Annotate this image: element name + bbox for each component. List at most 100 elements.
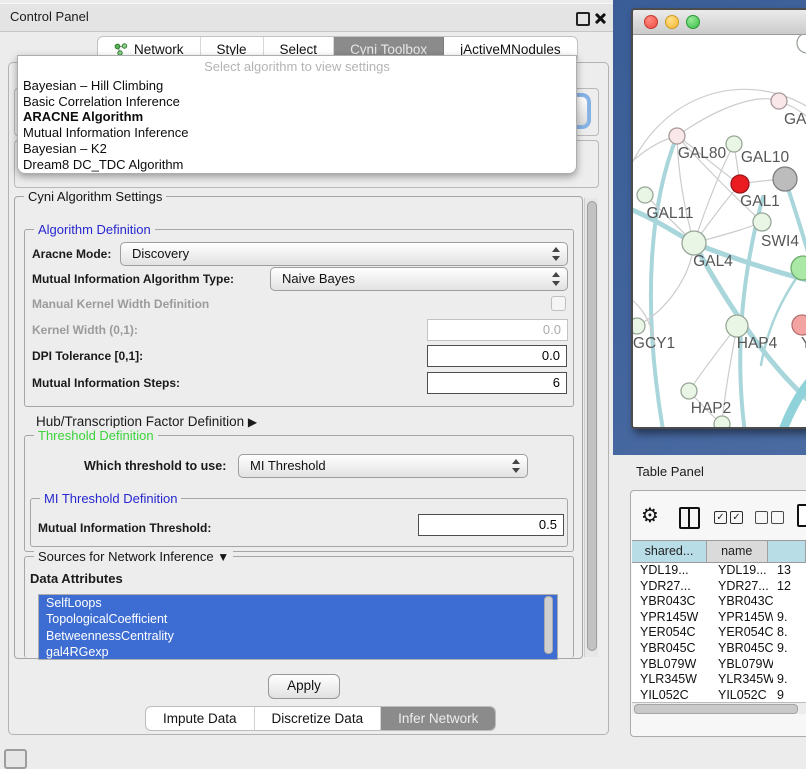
dock-corner-icon[interactable] — [4, 749, 27, 769]
aracne-mode-value: Discovery — [132, 243, 189, 265]
table-row[interactable]: YBR043CYBR043C — [632, 594, 806, 610]
network-node[interactable] — [669, 128, 685, 144]
mi-threshold-field[interactable]: 0.5 — [418, 514, 564, 536]
table-row[interactable]: YDL19...YDL19...13 — [632, 563, 806, 579]
table-scrollbar-thumb[interactable] — [634, 704, 798, 714]
dpi-tolerance-field[interactable]: 0.0 — [427, 345, 567, 367]
table-cell: YLR345W — [710, 672, 773, 688]
algorithm-option[interactable]: Bayesian – K2 — [23, 141, 571, 157]
settings-scrollbar-thumb[interactable] — [587, 201, 597, 651]
table-cell: YDR27... — [710, 579, 773, 595]
node-label: GAL10 — [741, 149, 790, 166]
network-node[interactable] — [637, 187, 653, 203]
hub-definition-label: Hub/Transcription Factor Definition — [36, 414, 244, 429]
settings-scrollbar[interactable] — [584, 198, 598, 657]
attributes-scrollbar[interactable] — [544, 596, 553, 654]
network-view-window[interactable]: GALGAL80GAL10GAL1GAL11SWI4GAL4GCY1HAP4YH… — [631, 8, 806, 429]
algorithm-option[interactable]: ARACNE Algorithm — [23, 109, 571, 125]
close-window-icon[interactable] — [644, 15, 658, 29]
tab-discretize-data[interactable]: Discretize Data — [255, 707, 382, 730]
mi-algorithm-type-label: Mutual Information Algorithm Type: — [32, 272, 234, 286]
network-node[interactable] — [681, 383, 697, 399]
network-node[interactable] — [773, 167, 797, 191]
table-cell: YPR145W — [632, 610, 710, 626]
node-label: HAP2 — [691, 400, 732, 417]
network-node[interactable] — [726, 136, 742, 152]
table-cell: YIL052C — [632, 688, 710, 703]
network-node[interactable] — [726, 315, 748, 337]
stepper-icon — [551, 247, 559, 261]
table-row[interactable]: YLR345WYLR345W9. — [632, 672, 806, 688]
select-all-icon[interactable]: ✓ — [730, 511, 743, 524]
which-threshold-combo[interactable]: MI Threshold — [238, 454, 528, 478]
data-attribute-item[interactable]: SelfLoops — [39, 595, 557, 611]
sources-title: Sources for Network Inference — [38, 549, 214, 564]
network-node[interactable] — [753, 213, 771, 231]
table-row[interactable]: YBR045CYBR045C9. — [632, 641, 806, 657]
algorithm-option[interactable]: Mutual Information Inference — [23, 125, 571, 141]
network-edge[interactable] — [637, 243, 694, 326]
network-edge[interactable] — [740, 197, 763, 427]
table-cell: YER054C — [710, 625, 773, 641]
kernel-width-field[interactable]: 0.0 — [427, 319, 568, 341]
tab-impute-data[interactable]: Impute Data — [146, 707, 255, 730]
network-node[interactable] — [682, 231, 706, 255]
algorithm-option[interactable]: Basic Correlation Inference — [23, 94, 571, 110]
tab-infer-network[interactable]: Infer Network — [381, 707, 495, 730]
minimize-window-icon[interactable] — [665, 15, 679, 29]
mi-threshold-group-title: MI Threshold Definition — [40, 491, 181, 506]
zoom-window-icon[interactable] — [686, 15, 700, 29]
table-row[interactable]: YIL052CYIL052C9 — [632, 688, 806, 703]
table-row[interactable]: YDR27...YDR27...12 — [632, 579, 806, 595]
data-attribute-item[interactable]: BetweennessCentrality — [39, 628, 557, 644]
algorithm-dropdown: Select algorithm to view settings Bayesi… — [17, 55, 577, 174]
table-cell: YBR043C — [632, 594, 710, 610]
split-view-icon[interactable] — [679, 507, 700, 529]
mi-algorithm-type-combo[interactable]: Naive Bayes — [270, 267, 568, 291]
table-cell: YPR145W — [710, 610, 773, 626]
table-horizontal-scrollbar[interactable] — [632, 702, 806, 714]
network-node[interactable] — [633, 318, 645, 334]
table-header-row: shared... name — [632, 541, 806, 563]
apply-button[interactable]: Apply — [268, 674, 340, 699]
table-row[interactable]: YER054CYER054C8. — [632, 625, 806, 641]
network-window-titlebar[interactable] — [633, 10, 806, 35]
deselect-all-icon[interactable] — [771, 511, 784, 524]
aracne-mode-combo[interactable]: Discovery — [120, 242, 568, 266]
network-node[interactable] — [731, 175, 749, 193]
column-header-partial[interactable] — [768, 541, 806, 562]
control-panel-title: Control Panel — [10, 9, 89, 24]
column-header-name[interactable]: name — [707, 541, 768, 562]
float-window-icon[interactable] — [576, 12, 590, 26]
network-node[interactable] — [797, 35, 806, 53]
deselect-all-icon[interactable] — [755, 511, 768, 524]
network-node[interactable] — [792, 315, 806, 335]
node-table: shared... name YDL19...YDL19...13YDR27..… — [632, 540, 806, 703]
table-cell: YDL19... — [710, 563, 773, 579]
new-file-icon[interactable] — [797, 504, 806, 527]
algorithm-option[interactable]: Bayesian – Hill Climbing — [23, 78, 571, 94]
mi-steps-field[interactable]: 6 — [427, 372, 567, 394]
table-row[interactable]: YBL079WYBL079W — [632, 657, 806, 673]
column-header-shared-name[interactable]: shared... — [632, 541, 707, 562]
table-cell: YBL079W — [632, 657, 710, 673]
select-all-icon[interactable]: ✓ — [714, 511, 727, 524]
network-canvas[interactable]: GALGAL80GAL10GAL1GAL11SWI4GAL4GCY1HAP4YH… — [633, 35, 806, 427]
sources-title-wrap[interactable]: Sources for Network Inference ▼ — [34, 549, 233, 564]
gear-icon[interactable]: ⚙ — [641, 504, 659, 528]
hub-definition-toggle[interactable]: Hub/Transcription Factor Definition ▶ — [36, 414, 257, 429]
data-attribute-item[interactable]: TopologicalCoefficient — [39, 611, 557, 627]
network-edge[interactable] — [689, 326, 737, 391]
data-attribute-item[interactable]: gal4RGexp — [39, 644, 557, 660]
close-panel-icon[interactable] — [594, 12, 606, 24]
algorithm-option[interactable]: Dream8 DC_TDC Algorithm — [23, 157, 571, 173]
table-cell: 9. — [773, 610, 806, 626]
data-attributes-list[interactable]: SelfLoopsTopologicalCoefficientBetweenne… — [38, 594, 558, 660]
node-label: GCY1 — [633, 335, 675, 352]
network-edge[interactable] — [651, 136, 677, 427]
which-threshold-value: MI Threshold — [250, 455, 326, 477]
network-node[interactable] — [714, 416, 730, 427]
table-row[interactable]: YPR145WYPR145W9. — [632, 610, 806, 626]
manual-kernel-checkbox[interactable] — [551, 296, 566, 311]
network-node[interactable] — [771, 93, 787, 109]
